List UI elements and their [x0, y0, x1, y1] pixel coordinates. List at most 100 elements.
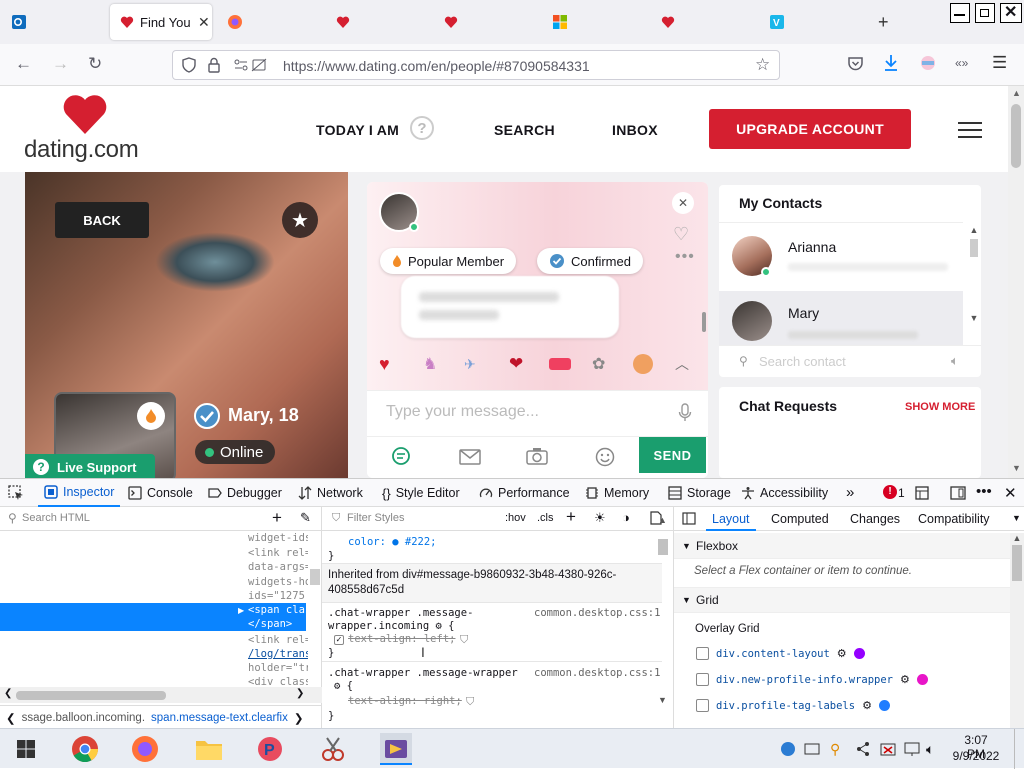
selected-html-node[interactable]: ▶ <span clas </span>: [0, 603, 306, 631]
chat-scrollbar[interactable]: [702, 312, 706, 332]
grid-checkbox[interactable]: [696, 699, 709, 712]
nav-search[interactable]: SEARCH: [494, 122, 555, 138]
shield-icon[interactable]: [181, 57, 197, 73]
html-line[interactable]: widget-ids: [248, 531, 308, 546]
tab-computed[interactable]: Computed: [771, 512, 829, 526]
tray-app-icon[interactable]: [780, 741, 796, 757]
contacts-scrollbar[interactable]: ▲ ▼: [969, 225, 979, 333]
sticker-hearts-icon[interactable]: ❤: [509, 354, 523, 374]
forward-arrow-icon[interactable]: →: [52, 55, 69, 73]
sticker-heart-icon[interactable]: ♥: [379, 354, 390, 375]
filter-icon[interactable]: ⛉: [466, 696, 474, 709]
tab-changes[interactable]: Changes: [850, 512, 900, 526]
taskbar-date[interactable]: 9/9/2022: [952, 749, 1000, 763]
html-line[interactable]: data-args=: [248, 560, 308, 575]
html-line[interactable]: ids="1275: [248, 589, 308, 604]
highlight-icon[interactable]: ⚙: [837, 647, 847, 660]
tab-debugger[interactable]: Debugger: [208, 479, 282, 507]
dark-theme-icon[interactable]: ◑: [622, 510, 630, 525]
tray-display-icon[interactable]: [904, 741, 920, 757]
nav-inbox[interactable]: INBOX: [612, 122, 658, 138]
windows-start-icon[interactable]: [10, 733, 42, 765]
new-tab-icon[interactable]: +: [878, 12, 889, 33]
downloads-icon[interactable]: [883, 54, 899, 72]
nav-today-i-am[interactable]: TODAY I AM: [316, 122, 399, 138]
profile-photo[interactable]: BACK ★ Mary, 18 Online ? Live Support: [25, 172, 348, 478]
show-more-link[interactable]: SHOW MORE: [905, 401, 975, 413]
help-question-icon[interactable]: ?: [410, 116, 434, 140]
breadcrumb-left-icon[interactable]: ❮: [6, 711, 16, 725]
tab-firefox[interactable]: [222, 4, 248, 40]
tab-memory[interactable]: Memory: [585, 479, 649, 507]
tab-console[interactable]: Console: [128, 479, 193, 507]
back-arrow-icon[interactable]: ←: [15, 55, 32, 73]
tab-inspector[interactable]: Inspector: [38, 479, 121, 507]
like-heart-icon[interactable]: ♡: [673, 224, 689, 245]
declaration-text-align-right[interactable]: text-align: right;: [348, 695, 462, 707]
tab-layout[interactable]: Layout: [706, 507, 756, 531]
extension-icon[interactable]: [920, 55, 936, 71]
close-tab-icon[interactable]: ✕: [198, 14, 210, 31]
site-logo-text[interactable]: dating.com: [24, 136, 139, 164]
grid-checkbox[interactable]: [696, 673, 709, 686]
tab-microsoft[interactable]: [547, 4, 573, 40]
more-tabs-chevron-icon[interactable]: »: [846, 484, 854, 501]
grid-checkbox[interactable]: [696, 647, 709, 660]
grid-section-header[interactable]: ▼ Grid: [674, 587, 1010, 613]
tab-performance[interactable]: Performance: [479, 479, 570, 507]
responsive-mode-icon[interactable]: [950, 486, 966, 500]
html-line[interactable]: holder="tr: [248, 661, 308, 675]
highlight-icon[interactable]: ⚙: [900, 673, 910, 686]
page-vertical-scrollbar[interactable]: ▲ ▼: [1008, 86, 1024, 478]
close-chat-icon[interactable]: ✕: [672, 192, 694, 214]
add-node-icon[interactable]: +: [272, 508, 282, 528]
grid-color-swatch[interactable]: [853, 648, 865, 659]
tab-vimeo[interactable]: V: [764, 4, 790, 40]
contact-row[interactable]: Arianna: [719, 225, 963, 289]
speaker-icon[interactable]: 🔈︎: [951, 353, 959, 369]
logo-heart-icon[interactable]: [62, 92, 108, 136]
live-support-button[interactable]: ? Live Support: [25, 454, 155, 478]
menu-hamburger-icon[interactable]: ☰: [992, 53, 1007, 73]
grid-color-swatch[interactable]: [878, 700, 890, 711]
contact-row-selected[interactable]: Mary: [719, 291, 963, 345]
chrome-icon[interactable]: [69, 733, 101, 765]
show-desktop-button[interactable]: [1014, 729, 1024, 769]
classes-toggle[interactable]: .cls: [537, 512, 554, 524]
error-count[interactable]: 1: [898, 486, 905, 500]
tray-search-icon[interactable]: ⚲: [830, 741, 846, 757]
split-console-icon[interactable]: [915, 486, 929, 500]
color-declaration[interactable]: color: ● #222;: [348, 536, 437, 548]
extensions-overflow-icon[interactable]: «»: [955, 56, 968, 70]
layout-scrollbar[interactable]: ▲: [1010, 533, 1024, 729]
contact-search-input[interactable]: Search contact: [759, 354, 846, 369]
emoji-icon[interactable]: [595, 447, 615, 467]
upgrade-account-button[interactable]: UPGRADE ACCOUNT: [709, 109, 911, 149]
more-tabs-icon[interactable]: ▼: [1012, 513, 1021, 523]
bookmark-star-icon[interactable]: ☆: [755, 55, 770, 75]
sticker-gift-icon[interactable]: [549, 358, 571, 370]
tab-heart-3[interactable]: [438, 4, 464, 40]
add-rule-icon[interactable]: +: [566, 507, 576, 527]
url-bar[interactable]: https://www.dating.com/en/people/#870905…: [172, 50, 780, 80]
contact-search-field[interactable]: ⚲ Search contact 🔈︎: [719, 345, 981, 377]
tab-find-your[interactable]: Find Your ✕: [110, 4, 212, 40]
firefox-icon[interactable]: [129, 733, 161, 765]
mail-icon[interactable]: [459, 449, 481, 465]
light-theme-icon[interactable]: ☀: [594, 510, 606, 526]
sticker-bunny-icon[interactable]: ✿: [592, 354, 605, 374]
paint-app-icon[interactable]: P: [254, 733, 286, 765]
highlight-icon[interactable]: ⚙: [862, 699, 872, 712]
favorite-star-icon[interactable]: ★: [282, 202, 318, 238]
tab-accessibility[interactable]: Accessibility: [741, 479, 828, 507]
rule-source-2[interactable]: common.desktop.css:1: [534, 667, 660, 679]
tab-style-editor[interactable]: {} Style Editor: [382, 479, 460, 507]
minimize-window-icon[interactable]: [950, 3, 970, 23]
close-window-icon[interactable]: ✕: [1000, 3, 1022, 23]
html-line[interactable]: /log/trans: [248, 647, 308, 661]
html-horizontal-scrollbar[interactable]: ❮ ❯: [0, 687, 322, 703]
sticker-bowl-icon[interactable]: [633, 354, 653, 374]
flexbox-section-header[interactable]: ▼ Flexbox: [674, 533, 1010, 559]
sticker-plane-icon[interactable]: ✈: [464, 356, 476, 373]
pocket-icon[interactable]: [847, 56, 864, 72]
